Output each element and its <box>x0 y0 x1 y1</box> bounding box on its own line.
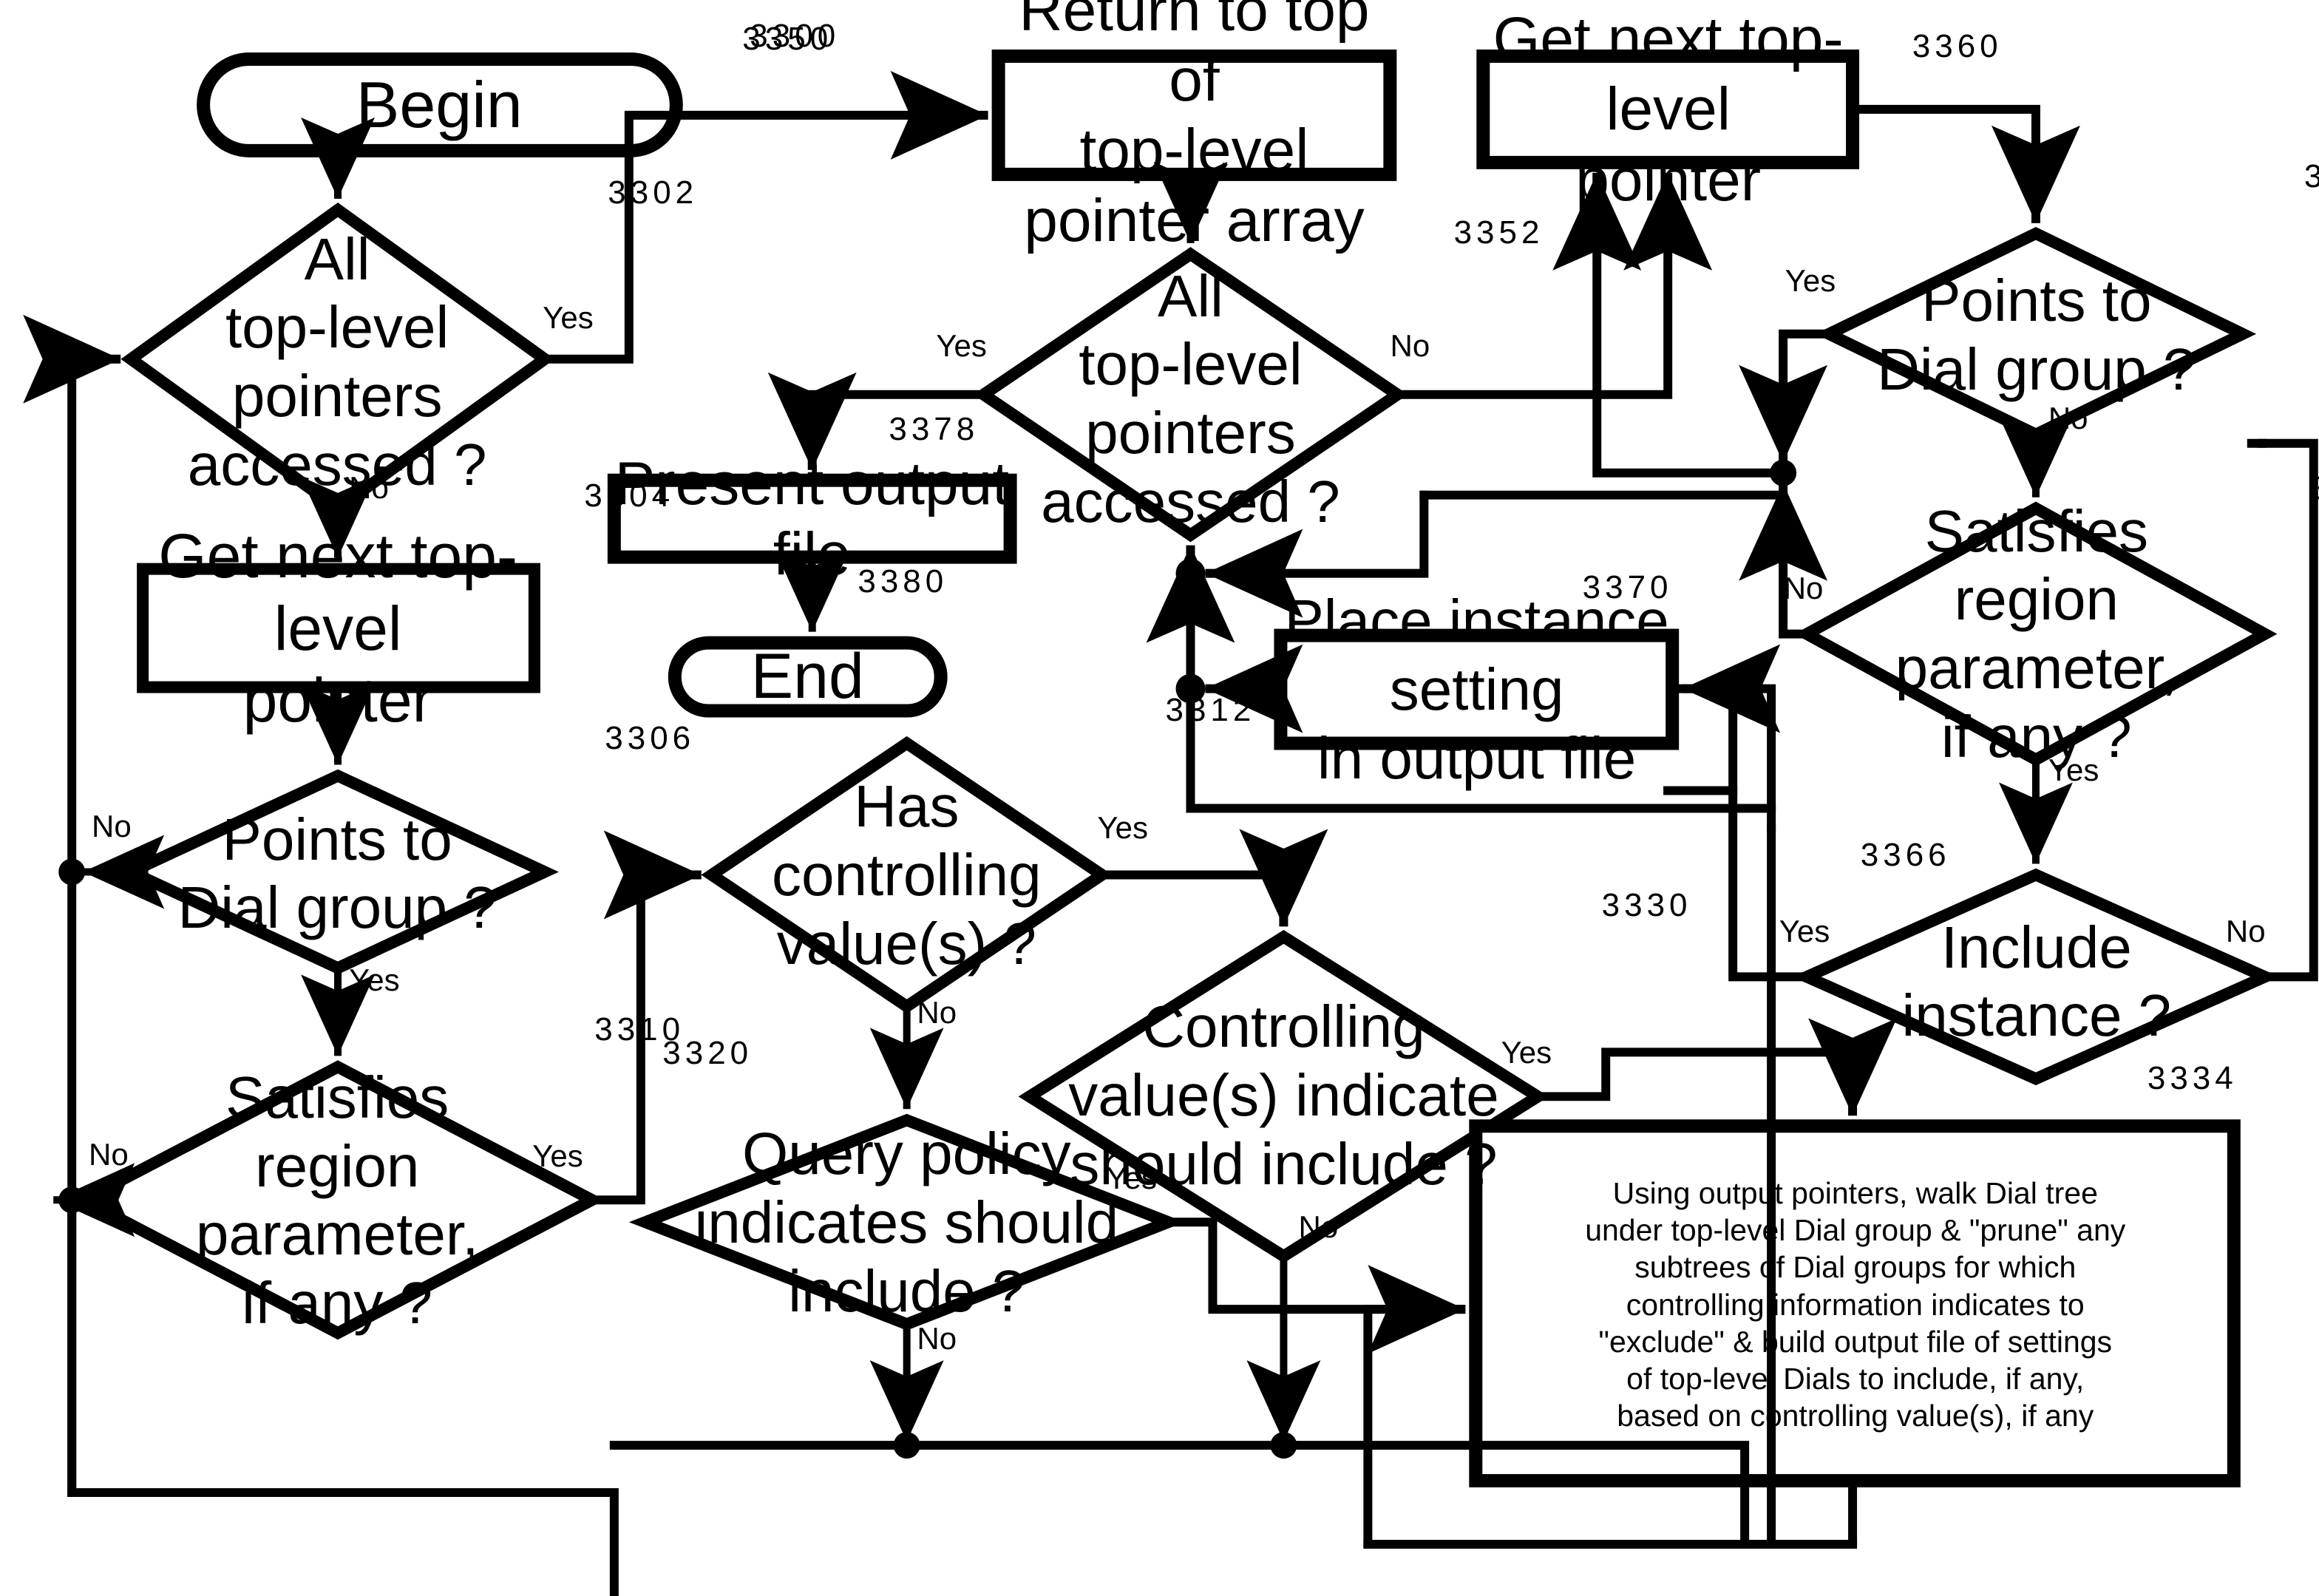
edge-label-3302-yes: Yes <box>543 300 594 336</box>
edge-left-return-bus <box>23 314 121 1498</box>
ref-3366: 3366 <box>1860 837 1951 874</box>
edge-label-3330-no: No <box>1298 1209 1339 1245</box>
edge-3334-bottom-return <box>1740 1476 1858 1549</box>
edge-into-3334-left <box>1363 1305 1466 1549</box>
junction-dot-3320-no <box>893 1432 920 1459</box>
ref-3334: 3334 <box>2147 1060 2238 1097</box>
ref-3306: 3306 <box>605 720 696 757</box>
flowchart-canvas: Begin All top-level pointers accessed ? … <box>0 0 2319 1596</box>
ref-3360: 3360 <box>1912 28 2003 64</box>
edge-junction-to-3360 <box>1552 172 1788 478</box>
node-label-all-pointers-accessed-1: All top-level pointers accessed ? <box>188 226 487 498</box>
junction-dot-3306-no <box>58 858 86 886</box>
ref-3378: 3378 <box>889 411 979 448</box>
node-label-place-instance-setting: Place instance setting in output file <box>1284 588 1669 791</box>
edge-3362-yes-down <box>1739 329 1834 463</box>
node-label-all-pointers-accessed-2: All top-level pointers accessed ? <box>1041 263 1340 534</box>
node-label-include-instance: Include instance ? <box>1901 914 2172 1049</box>
node-label-begin: Begin <box>356 67 523 141</box>
edge-label-3312-yes: Yes <box>1097 810 1148 846</box>
junction-dot-upper <box>1175 558 1206 588</box>
edge-label-3306-yes: Yes <box>349 962 400 998</box>
edge-label-3302-no: No <box>349 470 389 506</box>
edge-yes-into-3370 <box>1683 644 1781 795</box>
edge-3330-yes-to-3334 <box>1533 1018 1898 1116</box>
ref-3312: 3312 <box>1165 692 1256 729</box>
edge-label-3320-no: No <box>917 1320 957 1356</box>
edge-label-3310-yes: Yes <box>532 1138 583 1174</box>
edge-label-3312-no: No <box>917 995 957 1030</box>
edge-label-3352-no: No <box>1390 328 1430 364</box>
edge-label-3352-yes: Yes <box>936 328 987 364</box>
edge-label-3330-yes: Yes <box>1501 1035 1552 1070</box>
ref-3380: 3380 <box>858 563 948 600</box>
ref-3302: 3302 <box>608 174 699 211</box>
ref-3330: 3330 <box>1601 887 1692 924</box>
junction-dot-3330-no <box>1270 1432 1297 1459</box>
ref-3370: 3370 <box>1582 569 1673 606</box>
ref-3352: 3352 <box>1453 214 1544 251</box>
node-label-points-to-dial-group-2: Points to Dial group ? <box>1877 268 2196 403</box>
junction-dot-3310-no <box>58 1186 86 1214</box>
node-label-get-next-pointer-1: Get next top-level pointer <box>158 521 517 735</box>
ref-3364: 3364 <box>2312 470 2319 507</box>
edge-3364-no-left <box>1739 483 1828 639</box>
ref-3304: 3304 <box>584 478 675 515</box>
node-label-satisfies-region-2: Satisfies region parameter, if any ? <box>1895 498 2179 770</box>
edge-bottom-left-run <box>67 1488 619 1596</box>
node-label-points-to-dial-group-1: Points to Dial group ? <box>177 806 497 941</box>
edge-label-3306-no: No <box>92 809 132 844</box>
edge-label-3366-no: No <box>2225 914 2266 949</box>
ref-3350: 3350 <box>742 21 833 57</box>
ref-3362: 3362 <box>2303 158 2319 195</box>
edge-label-3320-yes: Yes <box>1106 1161 1157 1196</box>
node-label-walk-dial-tree: Using output pointers, walk Dial tree un… <box>1585 1176 2126 1433</box>
node-label-end: End <box>750 641 864 713</box>
edge-label-3364-yes: Yes <box>2048 753 2099 788</box>
edge-label-3366-yes: Yes <box>1779 914 1830 949</box>
node-label-return-to-top: Return to top of top-level pointer array <box>1019 0 1370 255</box>
edge-3360-to-3362 <box>1848 104 2080 223</box>
node-label-has-controlling-values: Has controlling value(s) ? <box>772 773 1042 977</box>
edge-label-3310-no: No <box>89 1137 129 1172</box>
node-label-get-next-pointer-2: Get next top-level pointer <box>1493 5 1844 214</box>
edge-3312-yes-to-3330 <box>1097 829 1328 927</box>
edge-label-3364-no: No <box>1783 571 1824 606</box>
edge-3366-no-right <box>2257 438 2318 982</box>
edge-label-3362-no: No <box>2048 401 2088 436</box>
edge-label-3362-yes: Yes <box>1785 263 1836 299</box>
ref-3320: 3320 <box>662 1035 753 1072</box>
node-label-satisfies-region-1: Satisfies region parameter, if any ? <box>195 1064 479 1337</box>
